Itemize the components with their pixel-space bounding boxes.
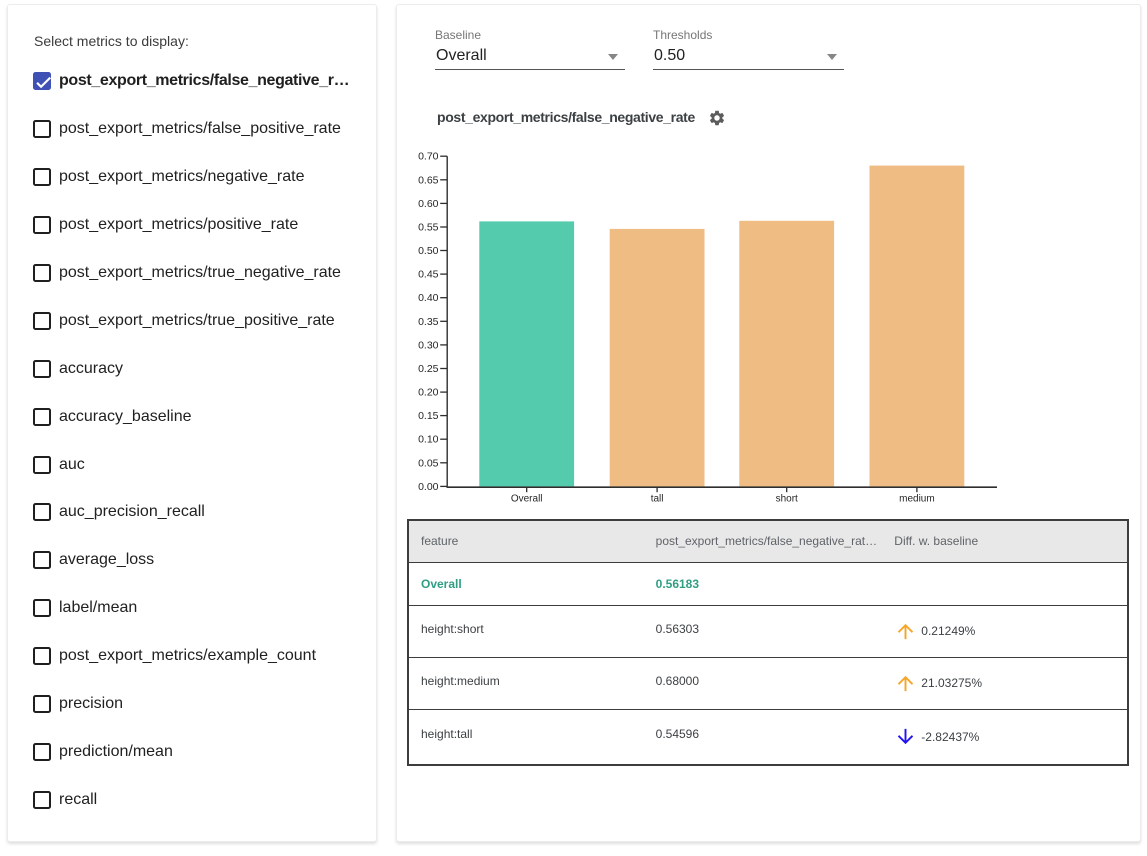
svg-text:tall: tall [651, 494, 664, 505]
svg-text:Overall: Overall [511, 494, 543, 505]
svg-text:0.15: 0.15 [418, 410, 439, 422]
svg-text:0.40: 0.40 [418, 292, 439, 304]
svg-text:0.50: 0.50 [418, 245, 439, 257]
svg-text:0.45: 0.45 [418, 269, 439, 281]
svg-text:0.05: 0.05 [418, 457, 439, 469]
svg-text:0.25: 0.25 [418, 363, 439, 375]
svg-text:0.65: 0.65 [418, 174, 439, 186]
svg-text:0.60: 0.60 [418, 198, 439, 210]
svg-text:0.10: 0.10 [418, 434, 439, 446]
svg-text:0.00: 0.00 [418, 481, 439, 493]
svg-text:0.30: 0.30 [418, 339, 439, 351]
svg-text:0.55: 0.55 [418, 222, 439, 234]
svg-text:0.35: 0.35 [418, 316, 439, 328]
svg-text:0.70: 0.70 [418, 151, 439, 163]
svg-text:0.20: 0.20 [418, 387, 439, 399]
svg-text:short: short [776, 494, 798, 505]
svg-text:medium: medium [899, 494, 935, 505]
